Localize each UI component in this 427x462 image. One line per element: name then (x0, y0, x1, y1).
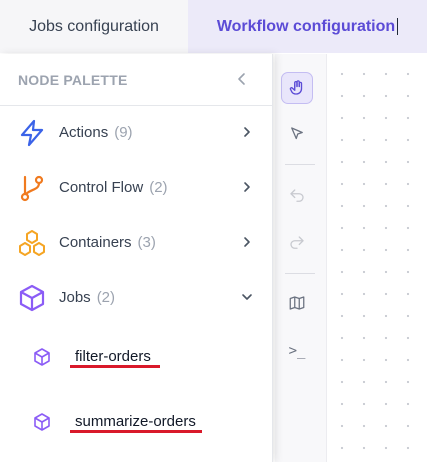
annotation-underline (70, 365, 160, 368)
workflow-canvas[interactable] (327, 54, 427, 462)
pointer-icon (291, 127, 303, 140)
cubes-icon (19, 230, 45, 256)
palette-category-containers[interactable]: Containers (3) (0, 219, 273, 267)
cube-icon (34, 413, 50, 431)
category-count: (2) (149, 179, 168, 196)
category-label: Control Flow (2) (59, 179, 168, 196)
palette-header: NODE PALETTE (0, 54, 273, 106)
palette-category-jobs[interactable]: Jobs (2) (0, 274, 273, 322)
select-tool-button[interactable] (281, 118, 313, 150)
palette-title: NODE PALETTE (18, 72, 128, 88)
palette-category-actions[interactable]: Actions (9) (0, 109, 273, 157)
toolbar-divider (285, 273, 315, 274)
pan-tool-button[interactable] (281, 72, 313, 104)
category-label: Containers (3) (59, 234, 156, 251)
palette-category-control-flow[interactable]: Control Flow (2) (0, 164, 273, 212)
canvas-toolbar: >_ (275, 54, 327, 462)
hand-icon (289, 80, 303, 95)
annotation-underline (70, 430, 202, 433)
console-button[interactable]: >_ (281, 335, 313, 367)
chevron-right-icon (244, 182, 250, 192)
category-label: Actions (9) (59, 124, 133, 141)
minimap-button[interactable] (281, 287, 313, 319)
cube-icon (19, 284, 45, 312)
terminal-icon: >_ (288, 343, 306, 359)
cube-icon (34, 348, 50, 366)
category-label: Jobs (2) (59, 289, 116, 306)
text-cursor (397, 18, 399, 35)
undo-icon (290, 189, 304, 202)
category-count: (3) (137, 234, 156, 251)
node-palette: NODE PALETTE Actions (9) Control Flow (2) … (0, 54, 273, 462)
job-item-filter-orders[interactable]: filter-orders (0, 335, 273, 379)
toolbar-divider (285, 164, 315, 165)
tab-workflow-configuration[interactable]: Workflow configuration (188, 0, 427, 53)
tab-bar: Jobs configuration Workflow configuratio… (0, 0, 427, 53)
job-label: filter-orders (75, 348, 151, 365)
chevron-right-icon (244, 127, 250, 137)
job-label: summarize-orders (75, 413, 196, 430)
tab-jobs-configuration[interactable]: Jobs configuration (0, 0, 188, 53)
category-count: (9) (114, 124, 133, 141)
job-item-summarize-orders[interactable]: summarize-orders (0, 400, 273, 444)
category-count: (2) (96, 289, 116, 306)
tab-label: Jobs configuration (29, 17, 159, 35)
branch-icon (20, 175, 44, 202)
lightning-icon (20, 119, 44, 147)
tab-label: Workflow configuration (216, 17, 396, 35)
chevron-right-icon (244, 237, 250, 247)
chevron-down-icon (242, 294, 252, 300)
chevron-left-icon[interactable] (234, 71, 250, 87)
redo-button[interactable] (281, 227, 313, 259)
map-icon (289, 296, 305, 310)
undo-button[interactable] (281, 180, 313, 212)
redo-icon (290, 236, 304, 249)
